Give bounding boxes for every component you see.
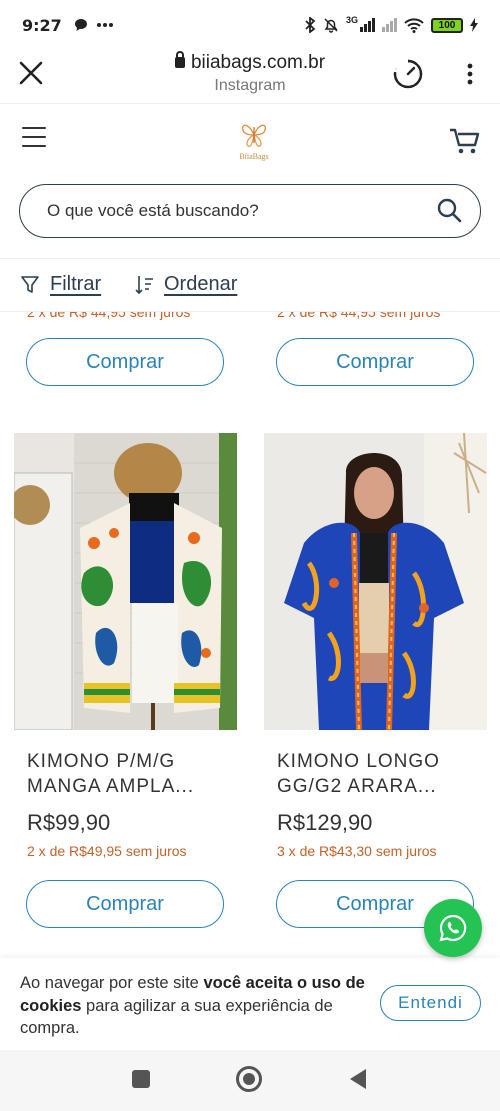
chat-notification-icon [74,19,87,31]
product-photo [264,433,487,730]
sort-button[interactable]: Ordenar [134,273,237,296]
home-icon[interactable] [236,1066,262,1092]
logo-text: BiiaBags [239,152,269,161]
timer-icon[interactable] [392,58,424,90]
bluetooth-icon [305,17,316,33]
cookie-message: Ao navegar por este site você aceita o u… [20,972,370,1040]
mute-bell-icon [324,18,338,33]
product-price: R$129,90 [277,810,373,835]
product-name[interactable]: KIMONO LONGO GG/G2 ARARA... [277,749,487,799]
battery-icon: 100 [431,17,463,33]
filter-bar: Filtrar Ordenar [0,258,500,312]
accept-cookies-button[interactable]: Entendi [380,985,481,1021]
whatsapp-button[interactable] [424,899,482,957]
product-photo [14,433,237,730]
filter-label: Filtrar [50,273,102,295]
buy-button[interactable]: Comprar [26,338,224,386]
installments-text: 3 x de R$43,30 sem juros [277,843,437,859]
network-type-label: 3G [345,15,358,25]
status-bar: 9:27 3G 100 [0,0,500,50]
product-image-kimono-tropical[interactable] [14,433,237,730]
buy-button[interactable]: Comprar [276,338,474,386]
cookie-banner: Ao navegar por este site você aceita o u… [0,958,500,1050]
cookie-text: Ao navegar por este site [20,974,204,992]
browser-url[interactable]: biiabags.com.br [0,51,500,74]
product-image-kimono-arara[interactable] [264,433,487,730]
installments-text: 2 x de R$49,95 sem juros [27,843,187,859]
product-price: R$99,90 [27,810,111,835]
charging-icon [470,18,478,32]
browser-subtitle: Instagram [214,77,286,94]
site-header: BiiaBags [0,105,500,177]
more-options-icon[interactable] [460,62,480,86]
browser-bar: biiabags.com.br Instagram [0,50,500,104]
butterfly-logo-icon [242,124,266,147]
menu-icon[interactable] [22,127,46,149]
cart-icon[interactable] [449,127,481,155]
search-icon[interactable] [436,197,462,223]
search-bar[interactable] [19,184,481,238]
battery-level: 100 [438,19,456,31]
sort-icon [135,275,153,294]
back-icon[interactable] [350,1069,366,1089]
filter-button[interactable]: Filtrar [20,273,101,296]
more-notifications-icon [96,23,113,27]
url-text: biiabags.com.br [190,52,326,73]
site-logo[interactable]: BiiaBags [228,119,280,163]
recents-icon[interactable] [132,1070,150,1088]
signal-2-icon [382,18,397,32]
sort-label: Ordenar [164,273,238,295]
wifi-icon [404,18,424,33]
filter-icon [21,275,39,293]
system-nav-bar [0,1050,500,1111]
status-time: 9:27 [22,15,62,35]
whatsapp-icon [439,914,467,942]
signal-icon [360,18,375,32]
lock-icon [174,51,185,68]
product-name[interactable]: KIMONO P/M/G MANGA AMPLA... [27,749,237,799]
search-input[interactable] [47,201,417,221]
buy-button[interactable]: Comprar [26,880,224,928]
